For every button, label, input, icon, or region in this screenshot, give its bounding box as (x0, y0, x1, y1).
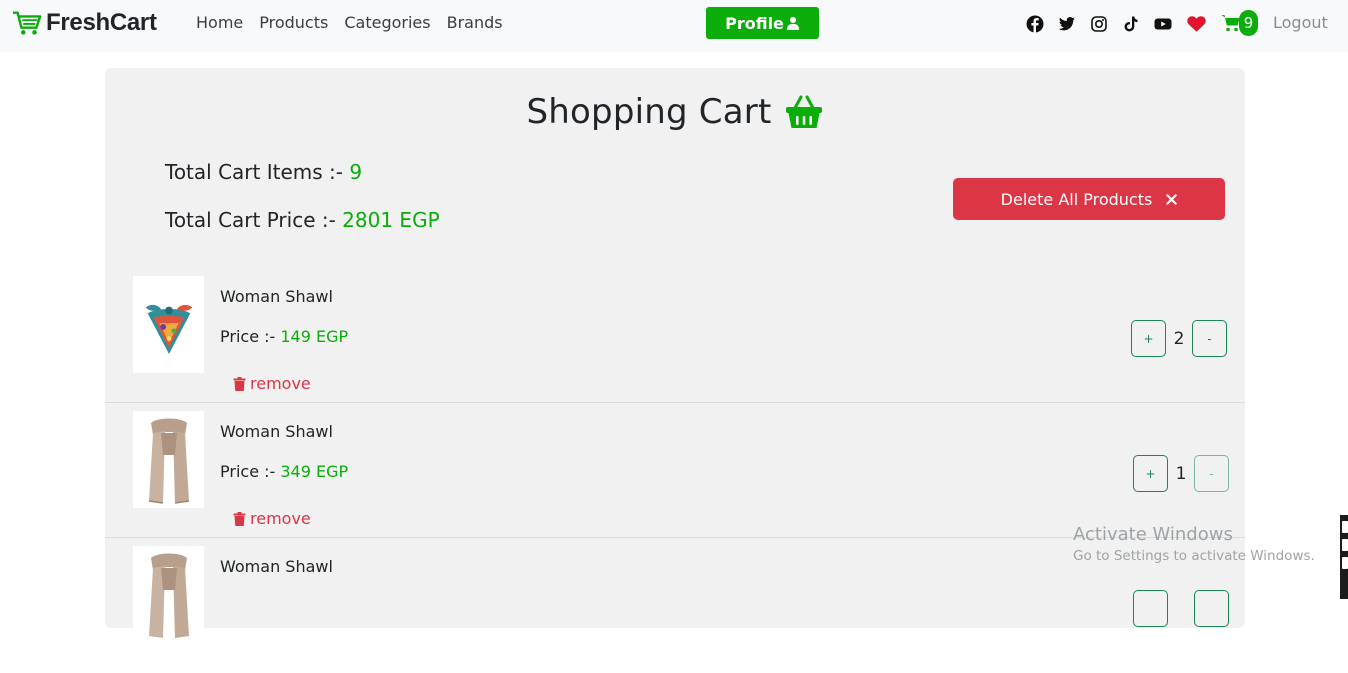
basket-icon (786, 95, 823, 128)
total-items-label: Total Cart Items :- (165, 160, 343, 184)
total-price-value: 2801 EGP (342, 208, 440, 232)
increase-qty-button[interactable]: + (1131, 320, 1166, 357)
quantity-stepper: + 1 - (1133, 455, 1229, 492)
product-price: Price :- 349 EGP (220, 462, 348, 481)
quantity-stepper (1133, 590, 1229, 627)
navbar: FreshCart Home Products Categories Brand… (0, 0, 1348, 52)
nav-products[interactable]: Products (259, 13, 328, 32)
trash-icon (233, 511, 246, 526)
cart-item: Woman Shawl Price :- 349 EGP remove + 1 … (105, 403, 1245, 538)
cart-totals: Total Cart Items :- 9 Total Cart Price :… (165, 160, 440, 256)
total-items-line: Total Cart Items :- 9 (165, 160, 440, 184)
product-name: Woman Shawl (220, 422, 333, 441)
product-name: Woman Shawl (220, 557, 333, 576)
price-prefix: Price :- (220, 462, 276, 481)
facebook-icon[interactable] (1026, 15, 1044, 33)
decrease-qty-button[interactable] (1194, 590, 1229, 627)
beige-scarf-image (148, 553, 189, 638)
nav-home[interactable]: Home (196, 13, 243, 32)
cart-nav-button[interactable]: 9 (1221, 10, 1258, 36)
delete-all-label: Delete All Products (1000, 189, 1153, 209)
shopping-cart-icon (1221, 15, 1240, 32)
instagram-icon[interactable] (1090, 15, 1108, 33)
activate-windows-title: Activate Windows (1073, 524, 1233, 545)
user-icon (786, 16, 800, 30)
cart-heading: Shopping Cart (105, 92, 1245, 132)
quantity-value: 2 (1173, 328, 1185, 349)
logout-link[interactable]: Logout (1273, 13, 1328, 32)
decrease-qty-button[interactable]: - (1192, 320, 1227, 357)
product-price: Price :- 149 EGP (220, 327, 348, 346)
quantity-value: 1 (1175, 463, 1187, 484)
total-price-label: Total Cart Price :- (165, 208, 336, 232)
price-value: 149 EGP (280, 327, 349, 346)
price-prefix: Price :- (220, 327, 276, 346)
nav-categories[interactable]: Categories (344, 13, 430, 32)
close-icon (1166, 193, 1178, 205)
social-links (1026, 14, 1207, 34)
product-name: Woman Shawl (220, 287, 333, 306)
cart-count-badge: 9 (1239, 10, 1258, 36)
total-items-value: 9 (349, 160, 363, 184)
price-value: 349 EGP (280, 462, 349, 481)
decrease-qty-button[interactable]: - (1194, 455, 1229, 492)
brand-name: FreshCart (46, 9, 157, 36)
product-image (133, 276, 204, 373)
cart-logo-icon (12, 11, 42, 35)
beige-scarf-image (148, 418, 189, 504)
activate-windows-subtitle: Go to Settings to activate Windows. (1073, 548, 1315, 564)
colorful-scarf-image (145, 304, 192, 354)
product-image (133, 546, 204, 643)
edge-widget[interactable] (1340, 515, 1348, 599)
nav-brands[interactable]: Brands (447, 13, 503, 32)
product-image (133, 411, 204, 508)
main-nav: Home Products Categories Brands (196, 13, 503, 32)
delete-all-button[interactable]: Delete All Products (953, 178, 1225, 220)
total-price-line: Total Cart Price :- 2801 EGP (165, 208, 440, 232)
brand[interactable]: FreshCart (12, 9, 157, 37)
twitter-icon[interactable] (1058, 15, 1076, 33)
cart-item: Woman Shawl Price :- 149 EGP remove + 2 … (105, 268, 1245, 403)
remove-label: remove (250, 374, 311, 393)
youtube-icon[interactable] (1154, 15, 1172, 33)
increase-qty-button[interactable] (1133, 590, 1168, 627)
quantity-stepper: + 2 - (1131, 320, 1227, 357)
remove-button[interactable]: remove (233, 374, 311, 393)
profile-label: Profile (725, 13, 784, 33)
trash-icon (233, 376, 246, 391)
profile-button[interactable]: Profile (706, 7, 819, 39)
increase-qty-button[interactable]: + (1133, 455, 1168, 492)
remove-button[interactable]: remove (233, 509, 311, 528)
heart-icon[interactable] (1186, 14, 1207, 34)
page-title: Shopping Cart (526, 92, 772, 132)
tiktok-icon[interactable] (1122, 15, 1140, 33)
remove-label: remove (250, 509, 311, 528)
